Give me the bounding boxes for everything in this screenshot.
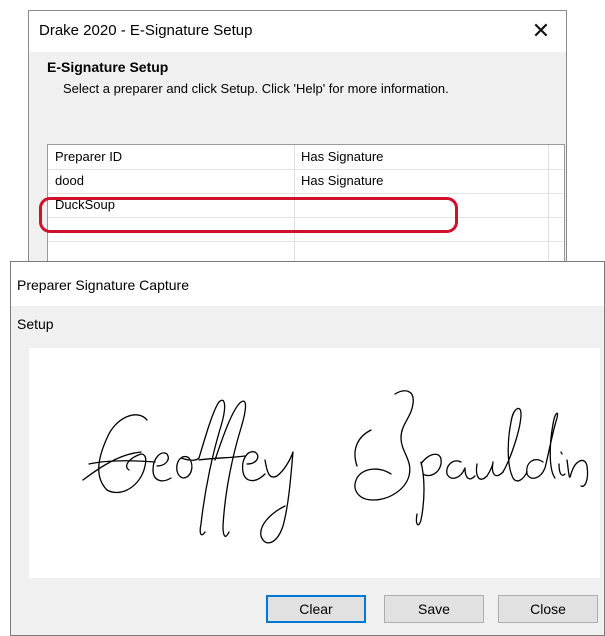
preparer-signature-capture-window: Preparer Signature Capture Setup Clear S…: [10, 261, 605, 636]
preparer-id-cell: dood: [55, 173, 84, 188]
setup-heading: E-Signature Setup: [47, 59, 169, 75]
row-highlight-annotation: [39, 197, 458, 233]
save-button[interactable]: Save: [384, 595, 484, 623]
table-row[interactable]: dood Has Signature: [48, 169, 564, 194]
close-button[interactable]: Close: [498, 595, 598, 623]
capture-window-title: Preparer Signature Capture: [17, 277, 189, 293]
clear-button[interactable]: Clear: [266, 595, 366, 623]
signature-drawing: [82, 390, 589, 544]
column-header-has-signature[interactable]: Has Signature: [301, 145, 541, 169]
setup-titlebar: Drake 2020 - E-Signature Setup ✕: [29, 11, 566, 52]
setup-window-title: Drake 2020 - E-Signature Setup: [39, 22, 253, 39]
setup-description: Select a preparer and click Setup. Click…: [63, 81, 449, 96]
close-icon[interactable]: ✕: [528, 17, 554, 45]
signature-pad[interactable]: [29, 348, 600, 578]
column-header-preparer-id[interactable]: Preparer ID: [55, 145, 285, 169]
capture-titlebar: Preparer Signature Capture: [11, 262, 604, 306]
menu-bar: Setup: [11, 306, 604, 342]
table-header-row: Preparer ID Has Signature: [48, 145, 564, 170]
menu-setup[interactable]: Setup: [17, 316, 54, 332]
e-signature-setup-window: Drake 2020 - E-Signature Setup ✕ E-Signa…: [28, 10, 567, 284]
has-signature-cell: Has Signature: [301, 173, 384, 188]
